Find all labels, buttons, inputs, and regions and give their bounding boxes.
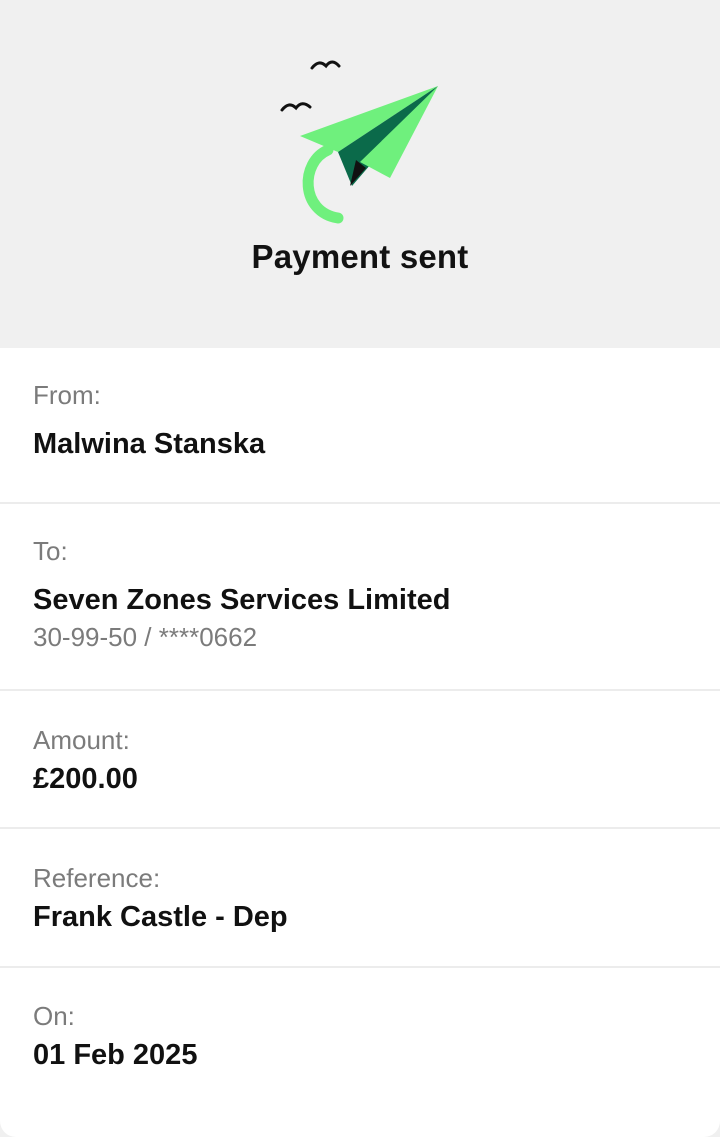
from-row: From: Malwina Stanska (0, 348, 720, 504)
reference-label: Reference: (33, 863, 161, 893)
payment-header: Payment sent (0, 0, 720, 348)
page-title: Payment sent (251, 238, 469, 275)
date-row: On: 01 Feb 2025 (0, 968, 720, 1137)
payment-details-card: From: Malwina Stanska To: Seven Zones Se… (0, 348, 720, 1137)
to-account-number: 30-99-50 / ****0662 (33, 622, 258, 652)
amount-label: Amount: (33, 725, 130, 755)
amount-value: £200.00 (33, 763, 138, 795)
date-label: On: (33, 1001, 75, 1031)
reference-row: Reference: Frank Castle - Dep (0, 829, 720, 968)
to-value: Seven Zones Services Limited (33, 584, 451, 616)
amount-row: Amount: £200.00 (0, 691, 720, 829)
bird-icon (310, 60, 341, 70)
to-row: To: Seven Zones Services Limited 30-99-5… (0, 504, 720, 691)
from-value: Malwina Stanska (33, 428, 266, 460)
to-label: To: (33, 536, 68, 566)
from-label: From: (33, 380, 101, 410)
paper-plane-icon (280, 60, 438, 224)
reference-value: Frank Castle - Dep (33, 901, 288, 933)
date-value: 01 Feb 2025 (33, 1039, 198, 1071)
bird-icon (280, 102, 312, 112)
